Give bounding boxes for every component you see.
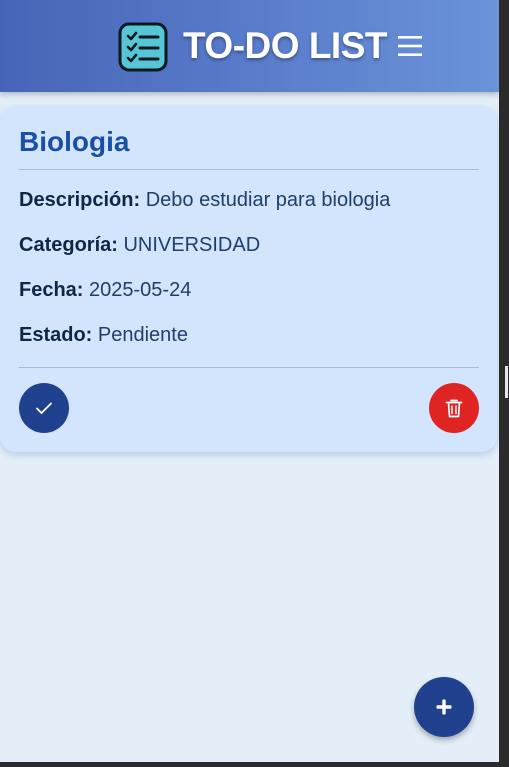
hamburger-menu-icon[interactable]: [397, 33, 423, 59]
status-label: Estado:: [19, 324, 93, 346]
description-value: Debo estudiar para biologia: [145, 189, 391, 211]
task-description-row: Descripción: Debo estudiar para biologia: [19, 189, 390, 212]
app-title: TO-DO LIST: [183, 25, 387, 66]
app-header: TO-DO LIST: [0, 0, 499, 92]
card-divider-bottom: [19, 367, 479, 368]
plus-icon: [436, 699, 452, 715]
checklist-icon: [118, 22, 168, 72]
app-screen: TO-DO LIST Biologia Descripción: Debo es…: [0, 0, 499, 762]
task-title: Biologia: [19, 126, 130, 157]
description-label: Descripción:: [19, 189, 141, 211]
task-date-row: Fecha: 2025-05-24: [19, 279, 191, 302]
trash-icon: [445, 399, 463, 418]
scrollbar-thumb[interactable]: [505, 366, 508, 398]
category-label: Categoría:: [19, 234, 118, 256]
delete-task-button[interactable]: [429, 383, 479, 433]
complete-task-button[interactable]: [19, 383, 69, 433]
date-value: 2025-05-24: [89, 279, 192, 301]
task-card: Biologia Descripción: Debo estudiar para…: [0, 106, 497, 452]
task-category-row: Categoría: UNIVERSIDAD: [19, 234, 260, 257]
add-task-button[interactable]: [414, 677, 474, 737]
date-label: Fecha:: [19, 279, 84, 301]
window-edge-bottom: [0, 762, 509, 767]
checkmark-icon: [36, 402, 52, 414]
category-value: UNIVERSIDAD: [123, 234, 261, 256]
card-divider-top: [19, 169, 479, 170]
task-status-row: Estado: Pendiente: [19, 324, 188, 347]
status-value: Pendiente: [97, 324, 188, 346]
